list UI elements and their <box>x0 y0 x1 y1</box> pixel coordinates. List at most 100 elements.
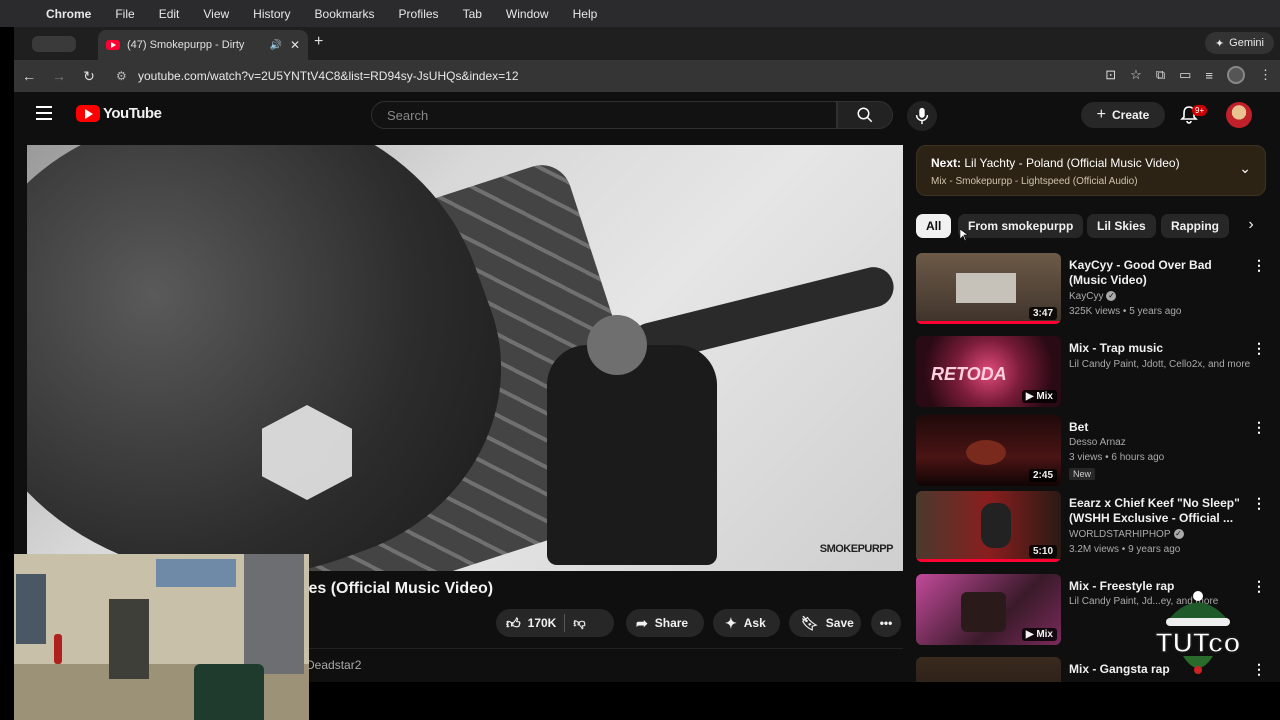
install-app-icon[interactable]: ⊡ <box>1105 67 1116 83</box>
menu-history[interactable]: History <box>253 7 290 21</box>
youtube-logo[interactable]: YouTube <box>76 105 162 122</box>
save-label: Save <box>825 616 854 630</box>
like-button[interactable]: 👍︎ 170K <box>496 615 556 632</box>
sparkle-icon: ✦ <box>1214 37 1225 50</box>
bookmark-icon: 🔖︎ <box>801 614 819 631</box>
hamburger-menu-icon[interactable] <box>36 106 52 120</box>
more-vertical-icon[interactable]: ⋮ <box>1252 578 1266 595</box>
verified-check-icon: ✓ <box>1173 529 1184 540</box>
cast-icon[interactable]: ▭ <box>1179 67 1191 83</box>
video-watermark: SMOKEPURPP <box>819 543 894 555</box>
video-thumbnail[interactable]: ▶ Mix <box>916 574 1061 645</box>
dislike-button[interactable]: 👎︎ <box>573 616 585 631</box>
more-vertical-icon[interactable]: ⋮ <box>1252 340 1266 357</box>
mix-artists: Lil Candy Paint, Jdott, Cello2x, and mor… <box>1069 359 1251 370</box>
video-thumbnail[interactable]: RETODA ▶ Mix <box>916 336 1061 407</box>
share-label: Share <box>654 616 689 630</box>
search-button[interactable] <box>837 101 893 129</box>
notification-count-badge: 9+ <box>1192 105 1208 116</box>
recommendation-title[interactable]: KayCyy - Good Over Bad (Music Video) <box>1069 258 1249 288</box>
chip-lil-skies[interactable]: Lil Skies <box>1087 214 1156 238</box>
chrome-menu-icon[interactable]: ⋮ <box>1259 67 1272 83</box>
new-badge: New <box>1069 468 1096 480</box>
tab-group-pill[interactable] <box>32 36 76 52</box>
chip-rapping[interactable]: Rapping <box>1161 214 1229 238</box>
recommendation-title[interactable]: Eearz x Chief Keef "No Sleep" (WSHH Excl… <box>1069 496 1249 526</box>
bookmark-star-icon[interactable]: ☆ <box>1130 67 1142 83</box>
site-info-icon[interactable]: ⚙ <box>116 69 138 83</box>
channel-name[interactable]: Desso Arnaz <box>1069 437 1126 448</box>
duration-badge: 2:45 <box>1028 469 1057 482</box>
account-avatar[interactable] <box>1226 102 1252 128</box>
recommendation-item[interactable]: 3:47 KayCyy - Good Over Bad (Music Video… <box>916 253 1266 325</box>
youtube-favicon-icon <box>106 40 120 50</box>
video-thumbnail[interactable] <box>916 657 1061 682</box>
menu-tab[interactable]: Tab <box>463 7 482 21</box>
address-bar[interactable]: ⚙ youtube.com/watch?v=2U5YNTtV4C8&list=R… <box>116 63 1066 89</box>
gemini-button[interactable]: ✦ Gemini <box>1204 32 1274 54</box>
profile-avatar-icon[interactable] <box>1227 66 1245 84</box>
browser-toolbar: ← → ↻ ⚙ youtube.com/watch?v=2U5YNTtV4C8&… <box>14 60 1280 92</box>
media-controls-icon[interactable]: ≡ <box>1205 68 1213 83</box>
share-arrow-icon: ➦ <box>636 614 648 631</box>
recommendation-item[interactable]: 2:45 Bet Desso Arnaz 3 views • 6 hours a… <box>916 415 1266 487</box>
channel-name[interactable]: WORLDSTARHIPHOP <box>1069 529 1171 540</box>
more-vertical-icon[interactable]: ⋮ <box>1252 257 1266 274</box>
menu-bookmarks[interactable]: Bookmarks <box>315 7 375 21</box>
chip-all[interactable]: All <box>916 214 952 238</box>
more-vertical-icon[interactable]: ⋮ <box>1252 419 1266 436</box>
menu-window[interactable]: Window <box>506 7 549 21</box>
video-player[interactable]: SMOKEPURPP <box>27 145 903 571</box>
video-thumbnail[interactable]: 2:45 <box>916 415 1061 486</box>
mouse-cursor-icon <box>960 229 968 241</box>
video-thumbnail[interactable]: 3:47 <box>916 253 1061 324</box>
extensions-icon[interactable]: ⧉ <box>1156 67 1165 83</box>
up-next-prefix: Next: <box>931 156 962 170</box>
mix-badge: ▶ Mix <box>1021 390 1057 403</box>
browser-tab-active[interactable]: (47) Smokepurpp - Dirty 🔊 ✕ <box>98 30 308 60</box>
chip-from-smokepurpp[interactable]: From smokepurpp <box>958 214 1084 238</box>
reload-icon[interactable]: ↻ <box>74 68 104 85</box>
save-button[interactable]: 🔖︎ Save <box>789 609 861 637</box>
voice-search-button[interactable] <box>907 101 937 131</box>
menu-file[interactable]: File <box>115 7 134 21</box>
share-button[interactable]: ➦ Share <box>626 609 704 637</box>
search-input[interactable]: Search <box>371 101 837 129</box>
recommendation-title[interactable]: Bet <box>1069 420 1249 435</box>
menu-help[interactable]: Help <box>573 7 598 21</box>
recommendation-item[interactable]: RETODA ▶ Mix Mix - Trap music Lil Candy … <box>916 336 1266 408</box>
up-next-title: Lil Yachty - Poland (Official Music Vide… <box>964 156 1180 170</box>
menu-edit[interactable]: Edit <box>159 7 180 21</box>
up-next-line: Next: Lil Yachty - Poland (Official Musi… <box>931 156 1180 170</box>
more-vertical-icon[interactable]: ⋮ <box>1252 495 1266 512</box>
new-tab-icon[interactable]: + <box>314 33 323 51</box>
recommendation-title[interactable]: Mix - Trap music <box>1069 341 1249 356</box>
like-count: 170K <box>527 616 557 630</box>
close-tab-icon[interactable]: ✕ <box>290 38 300 52</box>
menu-profiles[interactable]: Profiles <box>399 7 439 21</box>
speaker-icon[interactable]: 🔊 <box>269 40 281 51</box>
forward-icon[interactable]: → <box>44 68 74 84</box>
more-vertical-icon[interactable]: ⋮ <box>1252 661 1266 678</box>
up-next-panel[interactable]: Next: Lil Yachty - Poland (Official Musi… <box>916 145 1266 196</box>
watch-progress-bar <box>916 559 1061 562</box>
chevron-down-icon[interactable]: ⌄ <box>1239 160 1251 177</box>
webcam-overlay <box>14 554 309 720</box>
video-thumbnail[interactable]: 5:10 <box>916 491 1061 562</box>
tab-strip: (47) Smokepurpp - Dirty 🔊 ✕ + ✦ Gemini <box>14 27 1280 60</box>
more-actions-button[interactable]: ••• <box>871 609 901 637</box>
chevron-right-icon[interactable]: › <box>1239 214 1263 238</box>
menu-view[interactable]: View <box>203 7 229 21</box>
watch-progress-bar <box>916 321 1061 324</box>
back-icon[interactable]: ← <box>14 68 44 84</box>
macos-menu-bar: Chrome File Edit View History Bookmarks … <box>0 0 1280 27</box>
more-horizontal-icon: ••• <box>879 616 893 630</box>
menu-chrome[interactable]: Chrome <box>46 7 91 21</box>
microphone-icon <box>915 107 929 125</box>
create-button[interactable]: + Create <box>1081 102 1165 128</box>
channel-name[interactable]: KayCyy <box>1069 291 1103 302</box>
ask-button[interactable]: ✦ Ask <box>713 609 780 637</box>
gemini-label: Gemini <box>1229 37 1264 49</box>
recommendation-item[interactable]: 5:10 Eearz x Chief Keef "No Sleep" (WSHH… <box>916 491 1266 563</box>
verified-check-icon: ✓ <box>1106 291 1117 302</box>
